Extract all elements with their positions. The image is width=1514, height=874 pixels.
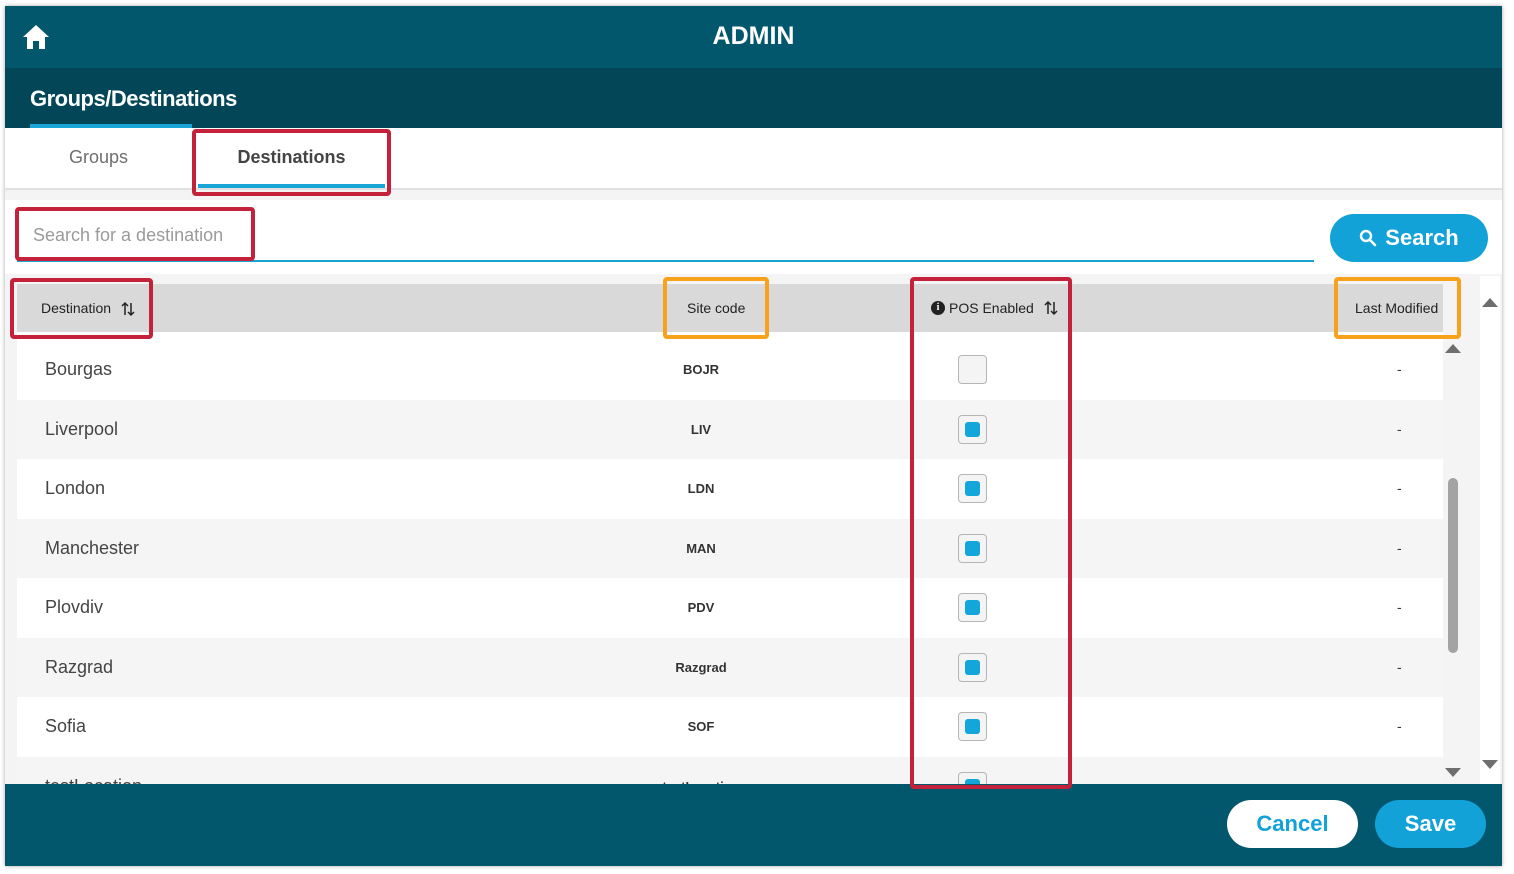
- table-scrollbar[interactable]: [1445, 340, 1461, 784]
- destination-cell: Bourgas: [45, 359, 113, 379]
- footer-bar: Cancel Save: [5, 784, 1502, 866]
- destination-cell: Razgrad: [45, 656, 114, 677]
- destination-cell: testLocation: [45, 757, 142, 785]
- scroll-down-arrow-icon[interactable]: [1445, 768, 1461, 777]
- pos-enabled-checkbox[interactable]: [958, 712, 987, 741]
- column-header-pos-enabled-label: POS Enabled: [949, 300, 1034, 316]
- destination-cell: Liverpool: [45, 418, 119, 439]
- tab-destinations[interactable]: Destinations: [198, 128, 385, 188]
- subnav-tab-groups-destinations[interactable]: Groups/Destinations: [30, 68, 237, 128]
- destination-cell: Manchester: [45, 537, 140, 558]
- search-bar: Search: [5, 200, 1502, 274]
- pos-enabled-checkbox[interactable]: [958, 771, 987, 784]
- page-scroll-up-arrow-icon[interactable]: [1482, 298, 1498, 307]
- column-header-destination-label: Destination: [41, 300, 112, 316]
- table-row: testLocation testLocation: [17, 756, 1443, 785]
- table-row: Sofia SOF -: [17, 697, 1443, 757]
- last-modified-cell: -: [1397, 480, 1402, 496]
- column-header-destination[interactable]: Destination: [41, 284, 135, 332]
- sub-navigation: Groups/Destinations: [5, 68, 1502, 128]
- top-bar: ADMIN: [5, 6, 1502, 68]
- table-scrollbar-thumb[interactable]: [1448, 478, 1458, 653]
- site-code-cell: LDN: [687, 481, 715, 496]
- site-code-cell: Razgrad: [675, 659, 727, 675]
- table-header: Destination Site code i POS Enabled Last…: [17, 284, 1443, 332]
- pos-enabled-checkbox[interactable]: [958, 533, 987, 563]
- last-modified-cell: -: [1397, 718, 1402, 734]
- pos-enabled-checkbox[interactable]: [958, 593, 987, 622]
- pos-enabled-checkbox[interactable]: [958, 652, 987, 682]
- site-code-cell: MAN: [686, 540, 716, 556]
- pos-enabled-checkbox[interactable]: [958, 474, 987, 503]
- search-icon: [1360, 229, 1377, 247]
- table-row: Razgrad Razgrad -: [17, 637, 1443, 697]
- table-row: London LDN -: [17, 459, 1443, 519]
- site-code-cell: PDV: [687, 600, 715, 615]
- info-icon[interactable]: i: [931, 301, 945, 315]
- last-modified-cell: -: [1397, 420, 1402, 437]
- sort-icon[interactable]: [121, 301, 135, 317]
- table-row: Bourgas BOJR -: [17, 340, 1443, 400]
- cancel-button[interactable]: Cancel: [1227, 800, 1358, 848]
- table-row: Liverpool LIV -: [17, 399, 1443, 459]
- pos-enabled-checkbox[interactable]: [958, 414, 987, 444]
- search-input[interactable]: [17, 210, 1314, 262]
- page-scroll-down-arrow-icon[interactable]: [1482, 760, 1498, 769]
- last-modified-cell: -: [1397, 658, 1402, 675]
- destination-cell: Plovdiv: [45, 597, 104, 617]
- last-modified-cell: -: [1397, 539, 1402, 556]
- last-modified-cell: -: [1397, 361, 1402, 377]
- column-header-last-modified: Last Modified: [1355, 300, 1439, 316]
- sort-icon[interactable]: [1044, 300, 1058, 316]
- destinations-table: Destination Site code i POS Enabled Last…: [17, 284, 1443, 784]
- pos-enabled-checkbox[interactable]: [958, 355, 987, 384]
- search-button[interactable]: Search: [1330, 214, 1488, 262]
- tab-bar: Groups Destinations: [5, 128, 1502, 190]
- scroll-up-arrow-icon[interactable]: [1445, 344, 1461, 353]
- search-button-label: Search: [1385, 225, 1459, 250]
- last-modified-cell: -: [1397, 599, 1402, 615]
- site-code-cell: LIV: [690, 421, 712, 437]
- destination-cell: London: [45, 478, 106, 498]
- site-code-cell: SOF: [687, 719, 715, 734]
- page-scrollbar[interactable]: [1480, 276, 1500, 784]
- column-header-pos-enabled[interactable]: i POS Enabled: [931, 284, 1058, 332]
- column-header-site-code: Site code: [687, 300, 746, 316]
- tab-groups[interactable]: Groups: [35, 128, 162, 188]
- table-row: Plovdiv PDV -: [17, 578, 1443, 638]
- destination-cell: Sofia: [45, 716, 87, 736]
- page-title: ADMIN: [712, 22, 795, 50]
- table-row: Manchester MAN -: [17, 518, 1443, 578]
- site-code-cell: testLocation: [601, 757, 801, 785]
- site-code-cell: BOJR: [682, 362, 720, 377]
- admin-window: ADMIN Groups/Destinations Groups Destina…: [5, 6, 1502, 866]
- save-button[interactable]: Save: [1375, 800, 1486, 848]
